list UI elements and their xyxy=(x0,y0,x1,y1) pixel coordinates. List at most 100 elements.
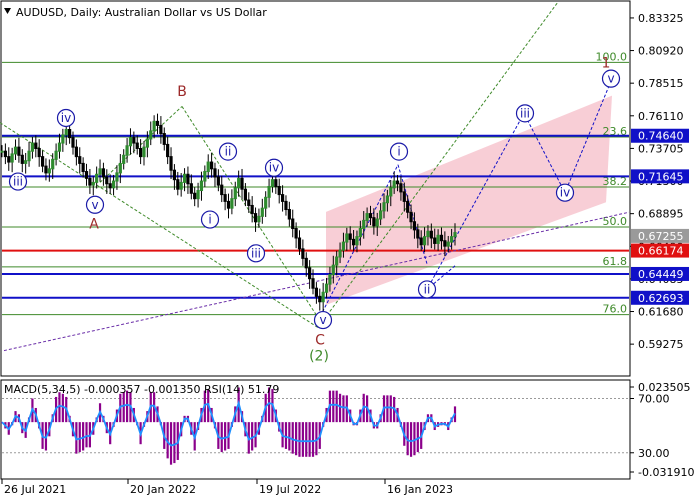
candle-body-down xyxy=(406,200,410,213)
macd-hist-bar xyxy=(338,393,342,423)
wave-label-red: B xyxy=(177,84,187,100)
candle-body-up xyxy=(203,171,207,182)
candle-body-down xyxy=(280,194,285,202)
x-tick-label: 19 Jul 2022 xyxy=(259,483,321,496)
candle-body-up xyxy=(95,173,99,183)
candle-body-down xyxy=(348,233,352,240)
candle-body-up xyxy=(341,241,346,251)
candle-body-down xyxy=(105,176,109,185)
macd-hist-bar xyxy=(335,390,338,423)
y-tick-label: 0.68895 xyxy=(638,208,684,221)
time-axis: 26 Jul 2021 20 Jan 2022 19 Jul 2022 16 Jan … xyxy=(1,479,453,496)
candle-body-down xyxy=(304,257,308,269)
candle-body-up xyxy=(91,181,95,186)
candle-body-down xyxy=(291,218,295,230)
candle-body-down xyxy=(3,150,7,158)
fib-label: 100.0 xyxy=(596,50,628,63)
price-tag-label: 0.62693 xyxy=(638,292,684,305)
candle-body-up xyxy=(30,142,35,152)
fib-label: 61.8 xyxy=(603,255,628,268)
candle-body-up xyxy=(422,236,427,246)
candle-body-down xyxy=(81,162,85,173)
candle-body-up xyxy=(61,134,65,144)
macd-hist-bar xyxy=(342,395,345,423)
y-tick-label: 0.73705 xyxy=(638,142,684,155)
candle-body-down xyxy=(368,213,373,219)
price-tag: 0.66174 xyxy=(631,243,689,258)
candle-body-down xyxy=(186,173,190,185)
candle-body-up xyxy=(149,130,153,140)
wave-label-circle: v xyxy=(313,310,333,330)
y-tick-label: 0.61680 xyxy=(638,306,684,319)
candle-body-down xyxy=(314,287,318,297)
wave-label-circle: iii xyxy=(246,244,266,263)
candle-body-up xyxy=(328,274,332,285)
candle-body-down xyxy=(37,147,41,158)
candle-body-up xyxy=(375,218,379,227)
candle-body-up xyxy=(196,190,200,200)
x-tick-label: 20 Jan 2022 xyxy=(130,483,196,496)
x-tick-label: 16 Jan 2023 xyxy=(387,483,453,496)
x-tick-label: 26 Jul 2021 xyxy=(4,483,66,496)
candle-body-down xyxy=(135,142,139,149)
candle-body-down xyxy=(416,229,420,239)
wave-label-circle: v xyxy=(601,69,621,88)
macd-hist-bar xyxy=(308,422,311,457)
candle-body-up xyxy=(0,150,4,153)
macd-hist-bar xyxy=(295,422,298,456)
candle-body-down xyxy=(74,146,78,158)
wave-label-circle: iv xyxy=(56,108,76,128)
wave-label-circle: iv xyxy=(264,158,284,177)
candle-body-up xyxy=(389,187,393,197)
y-tick-label: 0.80920 xyxy=(638,45,684,58)
price-tag-label: 0.71645 xyxy=(638,170,684,183)
candle-body-up xyxy=(260,207,264,217)
candle-body-up xyxy=(453,232,457,238)
candle-body-up xyxy=(362,219,366,230)
candle-body-down xyxy=(78,156,82,164)
wave-label-text: v xyxy=(91,198,98,212)
candle-body-down xyxy=(139,147,143,158)
wave-label-text: iii xyxy=(520,106,530,120)
candle-body-up xyxy=(379,210,383,220)
candle-body-down xyxy=(351,238,356,246)
y-tick-label: 0.78515 xyxy=(638,77,684,90)
wave-label-text: v xyxy=(319,313,326,327)
candle-body-down xyxy=(84,171,89,179)
candle-body-up xyxy=(13,146,18,155)
chart-canvas: 100.023.638.250.061.876.0 iiiivvABiiiiii… xyxy=(0,0,694,496)
wave-label-text: iv xyxy=(560,186,570,200)
candle-body-down xyxy=(395,180,400,185)
candle-body-down xyxy=(297,237,302,250)
candle-body-down xyxy=(284,200,288,211)
candle-body-down xyxy=(166,143,170,158)
candle-body-up xyxy=(54,150,58,160)
candle-body-up xyxy=(10,153,14,163)
candle-body-up xyxy=(267,185,271,198)
candle-body-up xyxy=(199,180,204,192)
indicator-label: MACD(5,34,5) -0.000357 -0.001350 RSI(14)… xyxy=(4,383,279,396)
macd-hist-bar xyxy=(78,422,81,453)
candle-body-up xyxy=(385,195,389,204)
wave-label-circle: iv xyxy=(555,183,575,202)
macd-hist-bar xyxy=(311,422,315,457)
candle-body-down xyxy=(301,248,305,259)
candle-body-down xyxy=(318,295,322,303)
candle-body-up xyxy=(233,187,237,200)
candle-body-down xyxy=(176,179,180,190)
candle-body-up xyxy=(111,180,116,189)
y-tick-label: 0.76110 xyxy=(638,110,684,123)
macd-hist-bar xyxy=(251,422,254,451)
candle-body-down xyxy=(439,234,444,242)
candle-body-down xyxy=(277,185,281,196)
candle-body-down xyxy=(155,120,160,126)
candle-body-down xyxy=(399,183,403,193)
price-tag: 0.74640 xyxy=(631,128,689,143)
candle-body-down xyxy=(274,179,278,187)
wave-label-green: (2) xyxy=(309,348,329,364)
macd-hist-bar xyxy=(82,422,85,451)
candle-body-down xyxy=(162,133,166,145)
candle-body-down xyxy=(34,142,38,149)
candle-body-up xyxy=(57,142,62,152)
macd-hist-bar xyxy=(305,422,308,457)
